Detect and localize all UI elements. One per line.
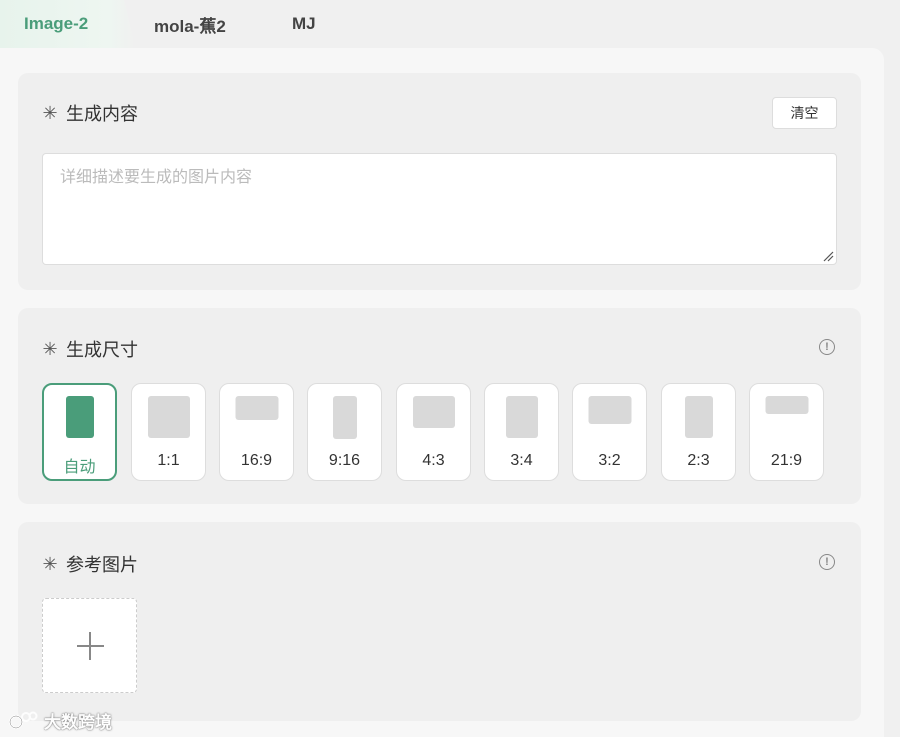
landscape-shape-icon: [588, 396, 631, 424]
size-option-label: 3:4: [510, 452, 533, 469]
size-option-label: 自动: [63, 459, 96, 476]
tab-mj[interactable]: MJ: [292, 0, 316, 48]
landscape-shape-icon: [765, 396, 808, 414]
portrait-shape-icon: [505, 396, 538, 438]
size-option-auto[interactable]: 自动: [42, 383, 117, 481]
portrait-shape-icon: [332, 396, 357, 439]
size-section-title: ✳ 生成尺寸: [42, 336, 138, 362]
content-section: ✳ 生成内容 清空 详细描述要生成的图片内容: [18, 73, 861, 290]
prompt-placeholder: 详细描述要生成的图片内容: [60, 169, 253, 186]
size-option-3-2[interactable]: 3:2: [572, 383, 647, 481]
content-section-title: ✳ 生成内容: [42, 100, 138, 126]
size-option-label: 4:3: [422, 452, 445, 469]
size-option-label: 2:3: [687, 452, 710, 469]
size-option-label: 16:9: [240, 452, 273, 469]
tab-image-2[interactable]: Image-2: [0, 0, 136, 48]
tab-mola[interactable]: mola-蕉2: [154, 0, 226, 48]
portrait-shape-icon: [65, 396, 94, 438]
info-icon[interactable]: !: [819, 339, 835, 355]
size-option-label: 9:16: [328, 452, 361, 469]
tab-bar: Image-2 mola-蕉2 MJ: [0, 0, 900, 50]
portrait-shape-icon: [684, 396, 713, 438]
watermark: 大数跨境: [8, 708, 112, 733]
required-asterisk-icon: ✳: [42, 553, 58, 574]
square-shape-icon: [147, 396, 190, 438]
reference-section-title: ✳ 参考图片: [42, 551, 138, 577]
watermark-text: 大数跨境: [44, 713, 112, 732]
clear-button[interactable]: 清空: [772, 97, 837, 129]
required-asterisk-icon: ✳: [42, 338, 58, 359]
content-title-text: 生成内容: [66, 104, 138, 124]
size-option-label: 1:1: [157, 452, 180, 469]
size-option-3-4[interactable]: 3:4: [484, 383, 559, 481]
size-option-4-3[interactable]: 4:3: [396, 383, 471, 481]
resize-handle-icon[interactable]: [822, 250, 834, 262]
landscape-shape-icon: [412, 396, 455, 428]
landscape-shape-icon: [235, 396, 278, 420]
info-icon[interactable]: !: [819, 554, 835, 570]
upload-image-button[interactable]: [42, 598, 137, 693]
size-option-16-9[interactable]: 16:9: [219, 383, 294, 481]
reference-title-text: 参考图片: [66, 555, 138, 575]
plus-icon: [89, 632, 91, 660]
required-asterisk-icon: ✳: [42, 102, 58, 123]
size-option-2-3[interactable]: 2:3: [661, 383, 736, 481]
size-option-label: 21:9: [770, 452, 803, 469]
reference-section: ✳ 参考图片 !: [18, 522, 861, 721]
size-option-1-1[interactable]: 1:1: [131, 383, 206, 481]
size-option-21-9[interactable]: 21:9: [749, 383, 824, 481]
prompt-textarea[interactable]: 详细描述要生成的图片内容: [42, 153, 837, 265]
size-option-9-16[interactable]: 9:16: [307, 383, 382, 481]
size-section: ✳ 生成尺寸 ! 自动 1:1 16:9 9:16 4:3 3:4 3:2 2:…: [18, 308, 861, 504]
size-title-text: 生成尺寸: [66, 340, 138, 360]
watermark-logo-icon: [8, 711, 38, 729]
size-option-label: 3:2: [598, 452, 621, 469]
